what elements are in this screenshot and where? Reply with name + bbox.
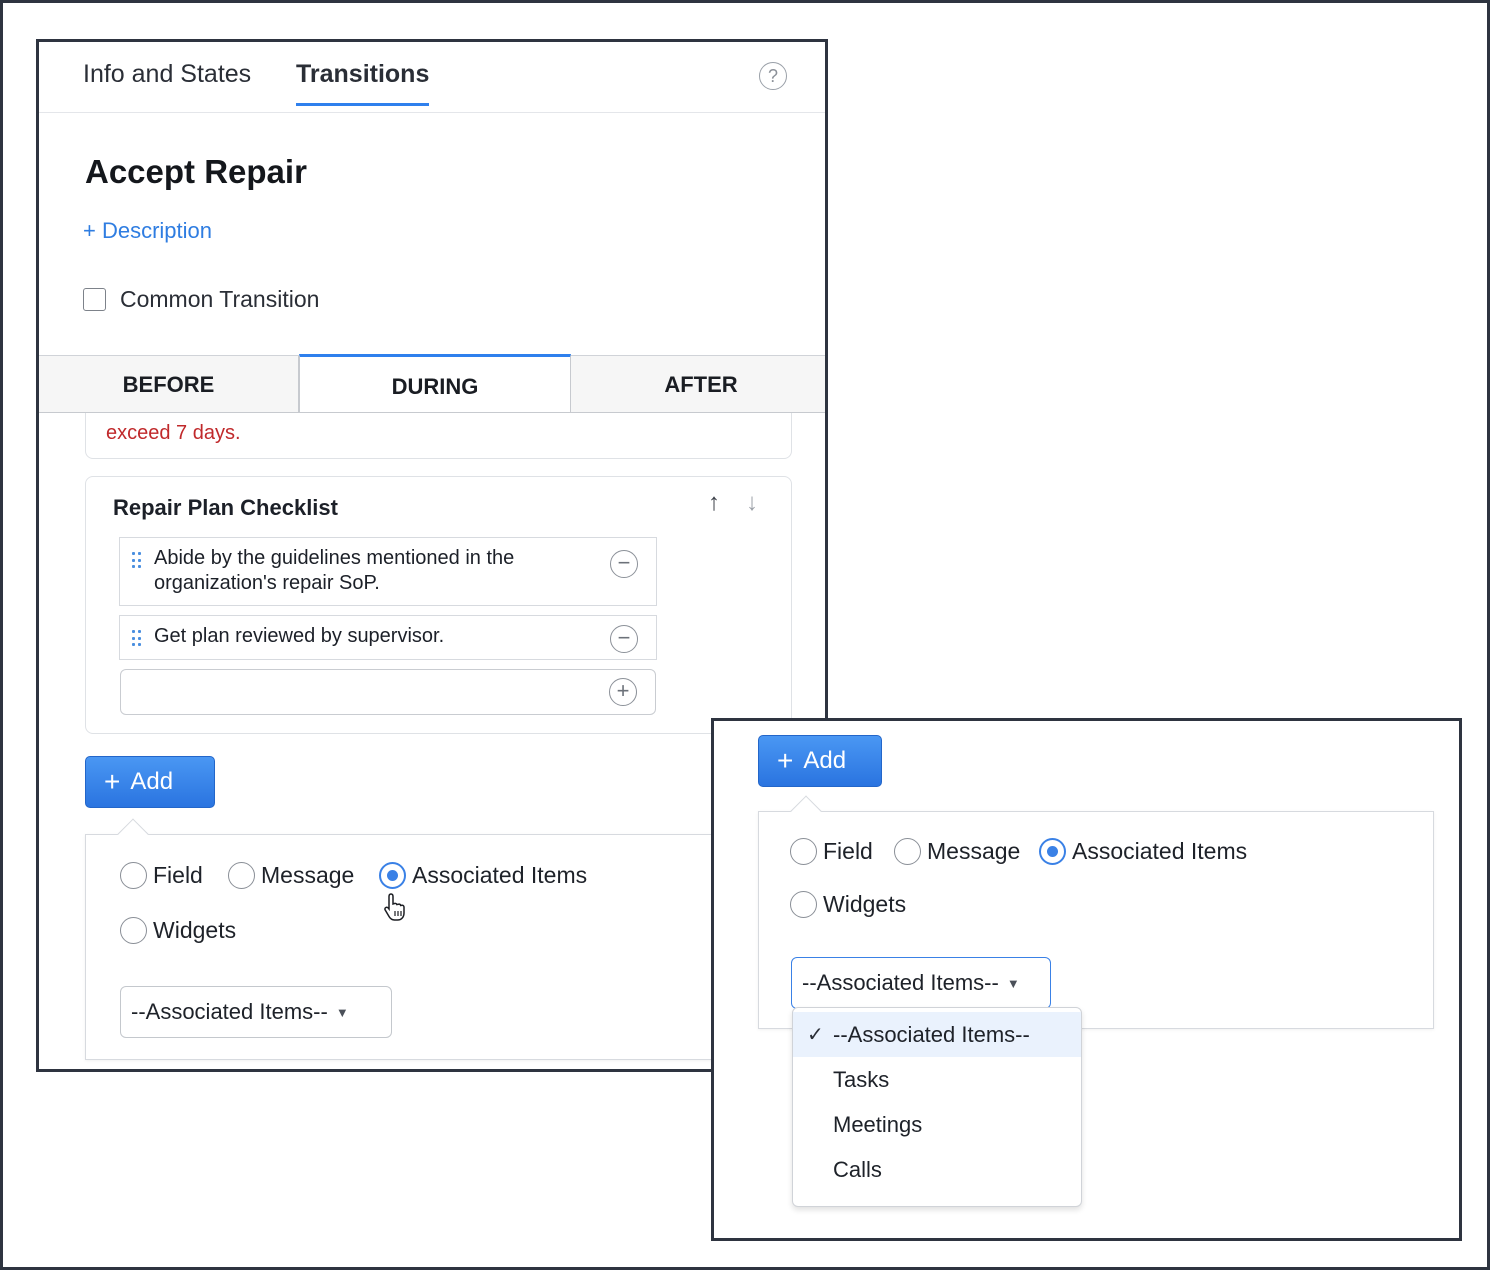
radio-widgets-label: Widgets xyxy=(823,891,907,917)
dropdown-option-meetings[interactable]: Meetings xyxy=(793,1102,1081,1147)
dropdown-option-label: --Associated Items-- xyxy=(833,1021,1030,1047)
dropdown-option-label: Meetings xyxy=(833,1111,923,1137)
radio-widgets-circle[interactable] xyxy=(120,917,147,944)
radio-widgets-label: Widgets xyxy=(153,917,237,943)
transition-editor-panel: Info and States Transitions ? Accept Rep… xyxy=(36,39,828,1072)
dropdown-option-tasks[interactable]: Tasks xyxy=(793,1057,1081,1102)
plus-icon: + xyxy=(104,766,121,797)
move-down-icon[interactable]: ↓ xyxy=(746,489,758,517)
tab-during[interactable]: DURING xyxy=(299,354,571,412)
common-transition-row: Common Transition xyxy=(83,286,319,313)
associated-items-select-value: --Associated Items-- xyxy=(802,970,999,995)
dropdown-option-associated-items[interactable]: ✓ --Associated Items-- xyxy=(793,1012,1081,1057)
popover-caret xyxy=(790,795,822,827)
popover-caret xyxy=(117,818,149,850)
drag-handle-icon[interactable] xyxy=(132,552,142,570)
radio-field-label: Field xyxy=(153,862,203,888)
dropdown-arrow-icon: ▼ xyxy=(335,1004,349,1020)
add-button[interactable]: + Add xyxy=(85,756,215,808)
radio-associated-items-circle[interactable] xyxy=(1039,838,1066,865)
drag-handle-icon[interactable] xyxy=(132,630,142,648)
radio-message[interactable]: Message xyxy=(228,862,354,889)
hand-cursor-icon xyxy=(384,893,405,921)
checklist-item[interactable]: Abide by the guidelines mentioned in the… xyxy=(119,537,657,606)
radio-field-circle[interactable] xyxy=(120,862,147,889)
radio-widgets[interactable]: Widgets xyxy=(790,891,906,918)
radio-widgets[interactable]: Widgets xyxy=(120,917,236,944)
transition-title: Accept Repair xyxy=(85,153,307,190)
radio-message-label: Message xyxy=(261,862,355,888)
dropdown-option-label: Calls xyxy=(833,1156,882,1182)
dropdown-option-calls[interactable]: Calls xyxy=(793,1147,1081,1192)
remove-item-icon[interactable]: − xyxy=(610,625,638,653)
tab-after[interactable]: AFTER xyxy=(571,356,825,413)
common-transition-checkbox[interactable] xyxy=(83,288,106,311)
add-button[interactable]: + Add xyxy=(758,735,882,787)
radio-associated-items-circle[interactable] xyxy=(379,862,406,889)
move-up-icon[interactable]: ↑ xyxy=(708,489,720,517)
checklist-item-text[interactable]: Get plan reviewed by supervisor. xyxy=(154,624,594,649)
add-description-link[interactable]: + Description xyxy=(83,218,212,244)
checklist-item[interactable]: Get plan reviewed by supervisor. − xyxy=(119,615,657,660)
associated-items-select[interactable]: --Associated Items-- ▼ xyxy=(120,986,392,1038)
zoomed-dropdown-panel: + Add Field Message Associated Items Wid… xyxy=(711,718,1462,1241)
radio-message-circle[interactable] xyxy=(228,862,255,889)
dropdown-option-label: Tasks xyxy=(833,1066,890,1092)
new-checklist-item-input[interactable]: + xyxy=(120,669,656,715)
message-text: exceed 7 days. xyxy=(106,422,241,444)
remove-item-icon[interactable]: − xyxy=(610,550,638,578)
radio-field[interactable]: Field xyxy=(120,862,203,889)
plus-icon: + xyxy=(777,745,794,776)
checklist-card: Repair Plan Checklist ↑ ↓ Abide by the g… xyxy=(85,476,792,734)
radio-message-circle[interactable] xyxy=(894,838,921,865)
tab-info-and-states[interactable]: Info and States xyxy=(83,60,251,103)
radio-field-circle[interactable] xyxy=(790,838,817,865)
checkmark-icon: ✓ xyxy=(807,1024,824,1046)
tab-transitions[interactable]: Transitions xyxy=(296,60,430,106)
radio-field-label: Field xyxy=(823,838,873,864)
radio-field[interactable]: Field xyxy=(790,838,873,865)
common-transition-label: Common Transition xyxy=(120,286,320,312)
radio-associated-items-label: Associated Items xyxy=(1072,838,1248,864)
radio-associated-items[interactable]: Associated Items xyxy=(379,862,587,889)
top-tab-bar: Info and States Transitions ? xyxy=(39,42,825,113)
checklist-item-text[interactable]: Abide by the guidelines mentioned in the… xyxy=(154,546,594,596)
radio-widgets-circle[interactable] xyxy=(790,891,817,918)
associated-items-select-value: --Associated Items-- xyxy=(131,999,328,1024)
help-icon[interactable]: ? xyxy=(759,62,787,90)
phase-tab-bar: BEFORE DURING AFTER xyxy=(39,354,825,413)
dropdown-arrow-icon: ▼ xyxy=(1006,975,1020,991)
associated-items-dropdown-list: ✓ --Associated Items-- Tasks Meetings Ca… xyxy=(792,1007,1082,1207)
add-button-label: Add xyxy=(803,747,847,774)
add-button-label: Add xyxy=(130,768,174,795)
radio-message[interactable]: Message xyxy=(894,838,1020,865)
radio-associated-items-label: Associated Items xyxy=(412,862,588,888)
add-item-icon[interactable]: + xyxy=(609,678,637,706)
tab-before[interactable]: BEFORE xyxy=(39,356,299,413)
radio-associated-items[interactable]: Associated Items xyxy=(1039,838,1247,865)
radio-message-label: Message xyxy=(927,838,1021,864)
add-type-popover: Field Message Associated Items Widgets -… xyxy=(758,795,1434,1029)
checklist-title: Repair Plan Checklist xyxy=(113,495,338,520)
associated-items-select-open[interactable]: --Associated Items-- ▼ xyxy=(791,957,1051,1009)
